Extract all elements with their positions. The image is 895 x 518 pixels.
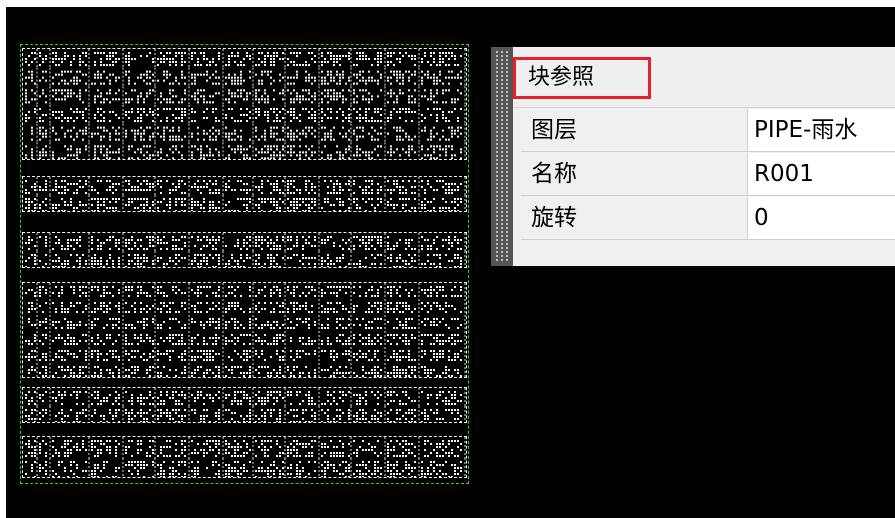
table-block-1[interactable] [22,48,467,160]
table-block-3[interactable] [22,232,467,268]
property-value[interactable]: PIPE-雨水 [748,109,895,151]
panel-grip-handle[interactable] [491,47,513,266]
object-type-label: 块参照 [513,57,651,99]
table-block-6[interactable] [22,436,467,478]
property-value[interactable]: R001 [748,153,895,195]
table-block-5[interactable] [22,387,467,423]
panel-header: 块参照 [513,47,895,108]
left-border [0,0,6,518]
properties-panel: 块参照 图层 PIPE-雨水 名称 R001 旋转 0 [491,47,895,266]
table-block-2[interactable] [22,176,467,212]
top-border [0,0,895,7]
property-key: 旋转 [521,197,748,239]
property-row-layer[interactable]: 图层 PIPE-雨水 [521,109,895,152]
property-row-name[interactable]: 名称 R001 [521,153,895,196]
property-key: 名称 [521,153,748,195]
property-key: 图层 [521,109,748,151]
table-block-4[interactable] [22,282,467,378]
property-value[interactable]: 0 [748,197,895,239]
property-row-rotation[interactable]: 旋转 0 [521,197,895,240]
